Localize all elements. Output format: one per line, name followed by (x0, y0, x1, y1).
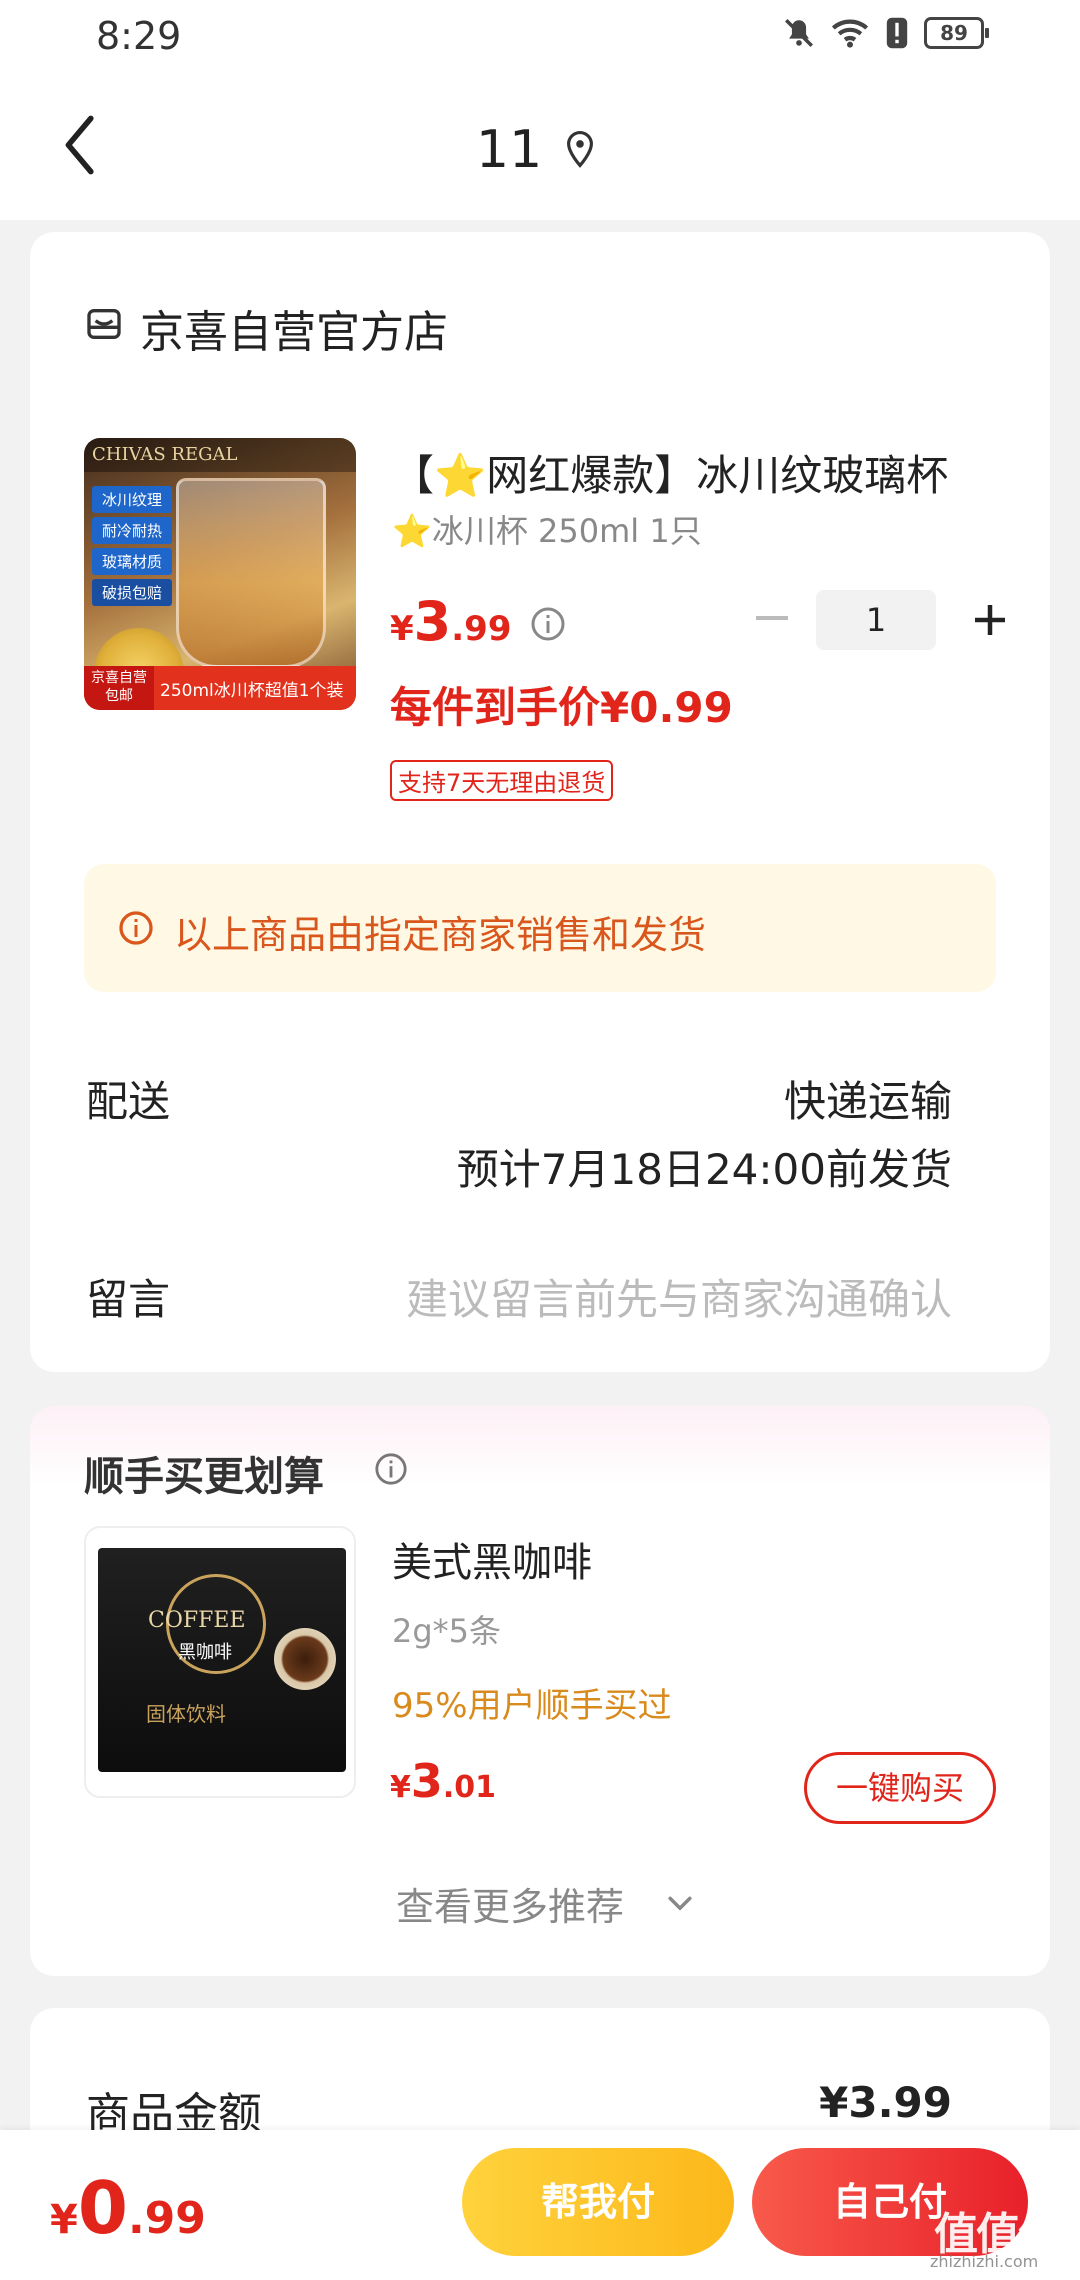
return-policy-badge: 支持7天无理由退货 (390, 760, 614, 801)
product-spec[interactable]: ⭐冰川杯 250ml 1只 (392, 506, 702, 552)
price-symbol: ¥ (390, 1770, 411, 1805)
price-integer: 0 (77, 2166, 128, 2250)
status-bar: 8:29 89 (0, 0, 1080, 80)
one-click-buy-button[interactable]: 一键购买 (804, 1752, 996, 1824)
delivery-method[interactable]: 快递运输 (784, 1068, 952, 1129)
location-pin-icon[interactable] (564, 130, 596, 168)
coffee-box-illustration: COFFEE 黑咖啡 固体饮料 (98, 1548, 346, 1772)
recommend-product-spec: 2g*5条 (392, 1612, 502, 1650)
image-footer-text: 250ml冰川杯超值1个装 (160, 680, 344, 701)
product-title[interactable]: 【⭐网红爆款】冰川纹玻璃杯 (392, 442, 1012, 503)
notice-text: 以上商品由指定商家销售和发货 (174, 913, 707, 957)
page-title: 11 (476, 120, 543, 180)
quantity-input[interactable]: 1 (816, 590, 936, 650)
recommend-title: 顺手买更划算 (84, 1454, 324, 1500)
recommend-price: ¥3.01 (390, 1754, 496, 1808)
message-input[interactable]: 建议留言前先与商家沟通确认 (406, 1266, 952, 1327)
image-tag: 耐冷耐热 (92, 517, 173, 544)
watermark-url: zhizhizhi.com (930, 2252, 1039, 2271)
recommend-product-name[interactable]: 美式黑咖啡 (392, 1530, 592, 1588)
coffee-word: COFFEE (148, 1608, 246, 1633)
total-price: ¥0.99 (50, 2166, 206, 2250)
price-symbol: ¥ (50, 2197, 78, 2243)
coffee-cup-illustration (274, 1628, 336, 1690)
recommend-bought-stat: 95%用户顺手买过 (392, 1686, 672, 1726)
price-decimal: .99 (127, 2193, 206, 2244)
chevron-down-icon[interactable] (666, 1894, 694, 1914)
price-symbol: ¥ (390, 609, 414, 649)
price-integer: 3 (410, 1754, 443, 1808)
recommend-card: 顺手买更划算 COFFEE 黑咖啡 固体饮料 美式黑咖啡 2g*5条 95%用户… (30, 1406, 1050, 1976)
deal-price: 每件到手价¥0.99 (390, 683, 733, 732)
bottom-bar: ¥0.99 帮我付 自己付 (0, 2130, 1080, 2280)
product-image-brand: CHIVAS REGAL (84, 438, 356, 472)
image-badge: 京喜自营 包邮 (84, 666, 154, 710)
alert-icon (886, 17, 908, 49)
recommend-info-icon[interactable] (374, 1452, 408, 1486)
coffee-cn-label: 黑咖啡 (178, 1642, 232, 1663)
image-tag: 破损包赔 (92, 579, 173, 606)
image-tag: 冰川纹理 (92, 486, 173, 513)
delivery-label: 配送 (86, 1077, 171, 1126)
price-info-icon[interactable] (530, 606, 566, 642)
price-decimal: .01 (442, 1770, 497, 1805)
info-icon (119, 911, 153, 945)
product-price: ¥3.99 (390, 590, 511, 653)
more-recommend-link[interactable]: 查看更多推荐 (396, 1876, 624, 1931)
battery-icon: 89 (924, 17, 989, 49)
seller-notice: 以上商品由指定商家销售和发货 (84, 864, 996, 992)
product-image[interactable]: CHIVAS REGAL 冰川纹理 耐冷耐热 玻璃材质 破损包赔 京喜自营 包邮… (84, 438, 356, 710)
mute-bell-icon (784, 18, 814, 48)
quantity-increase-button[interactable] (972, 602, 1008, 638)
back-arrow-icon[interactable] (56, 110, 106, 180)
coffee-type-label: 固体饮料 (146, 1702, 226, 1726)
store-name[interactable]: 京喜自营官方店 (140, 296, 448, 360)
message-label: 留言 (86, 1275, 171, 1324)
delivery-eta: 预计7月18日24:00前发货 (456, 1145, 952, 1194)
recommend-product-image[interactable]: COFFEE 黑咖啡 固体饮料 (84, 1526, 356, 1798)
image-tag: 玻璃材质 (92, 548, 173, 575)
help-pay-button[interactable]: 帮我付 (462, 2148, 734, 2256)
price-integer: 3 (413, 590, 452, 653)
order-card: 京喜自营官方店 CHIVAS REGAL 冰川纹理 耐冷耐热 玻璃材质 破损包赔… (30, 232, 1050, 1372)
subtotal-value: ¥3.99 (819, 2078, 952, 2127)
product-image-tags: 冰川纹理 耐冷耐热 玻璃材质 破损包赔 (92, 486, 173, 606)
product-image-footer: 京喜自营 包邮 250ml冰川杯超值1个装 (84, 666, 356, 710)
price-decimal: .99 (451, 609, 512, 649)
glass-illustration (176, 478, 326, 668)
quantity-decrease-button[interactable] (756, 616, 788, 620)
wifi-icon (831, 19, 869, 48)
store-icon (87, 309, 121, 339)
status-time: 8:29 (96, 14, 182, 58)
status-icons: 89 (782, 16, 989, 50)
